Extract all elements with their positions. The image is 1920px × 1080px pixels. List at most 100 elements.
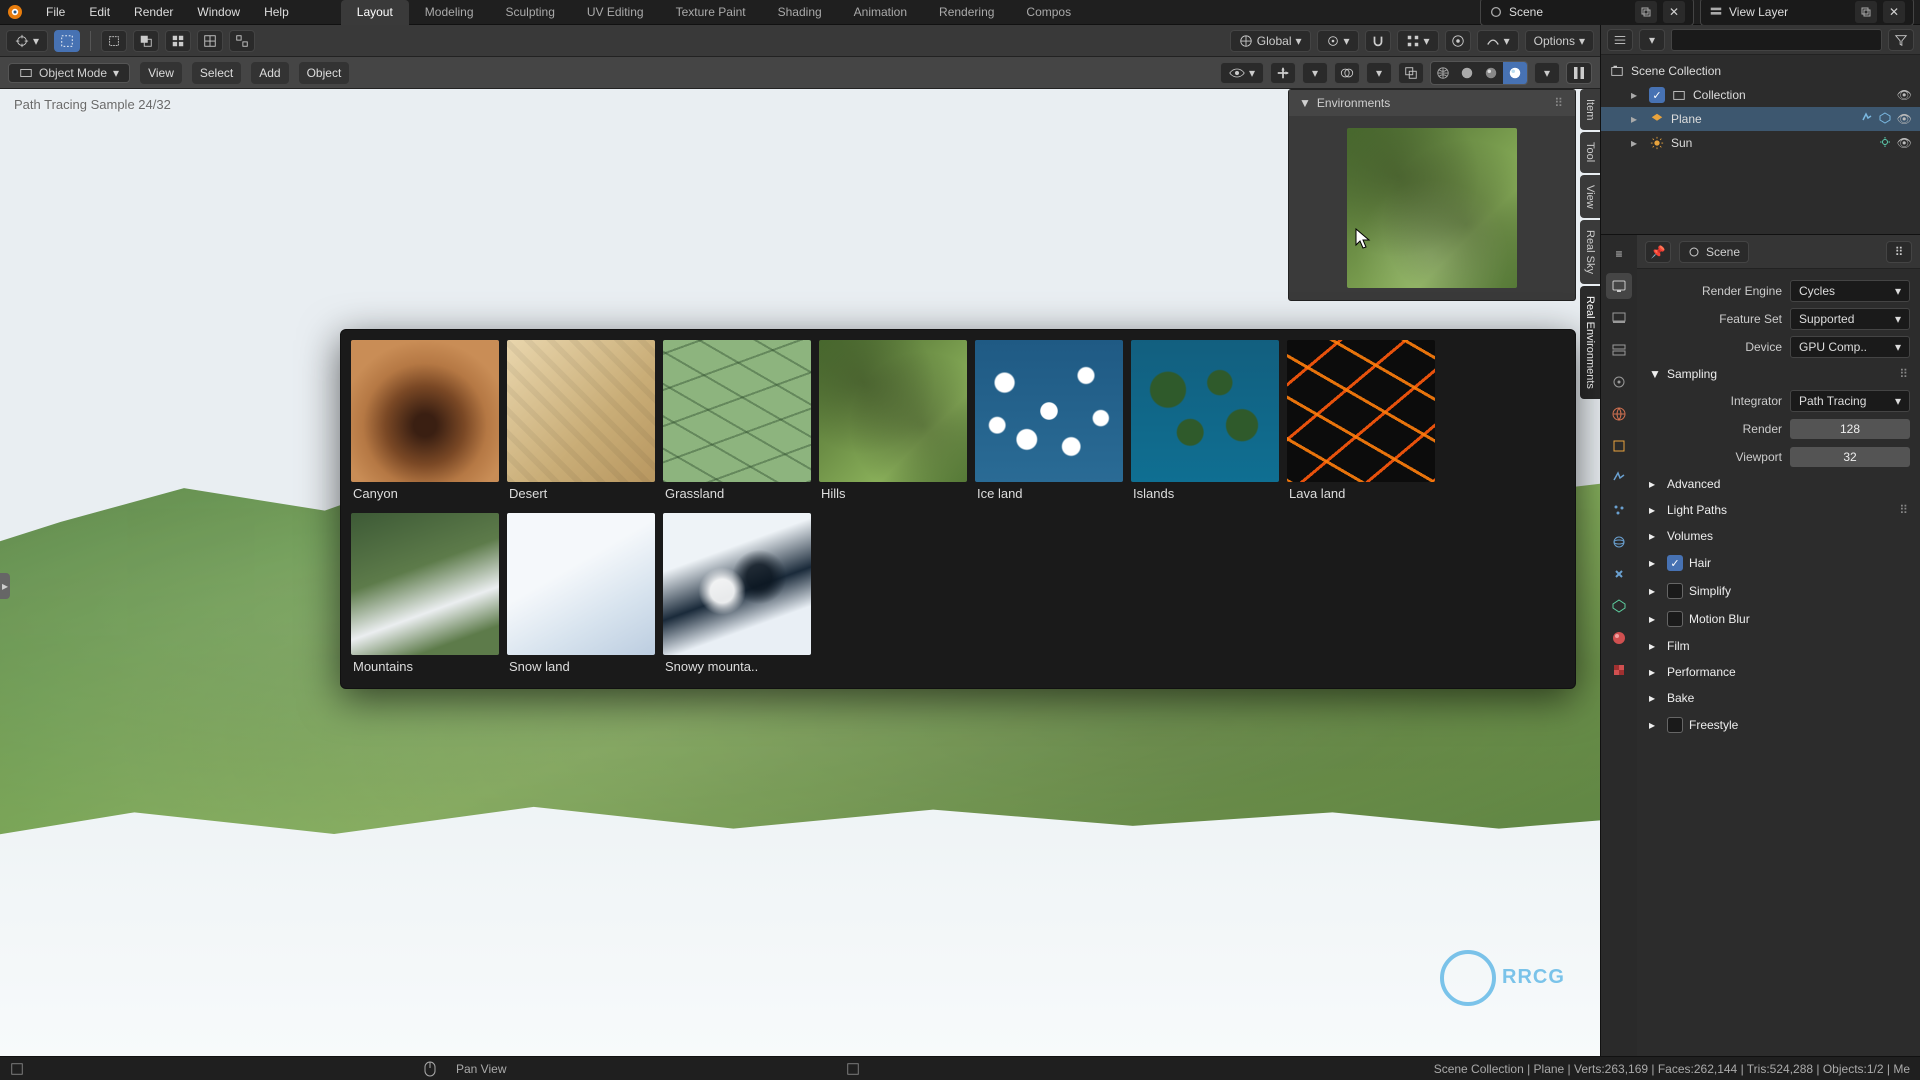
panel-performance[interactable]: ▸Performance xyxy=(1647,659,1910,685)
panel-lightpaths[interactable]: ▸Light Paths⠿ xyxy=(1647,497,1910,523)
render-engine-select[interactable]: Cycles▾ xyxy=(1790,280,1910,302)
workspace-tab-layout[interactable]: Layout xyxy=(341,0,409,25)
drag-handle-icon[interactable]: ⠿ xyxy=(1554,96,1565,110)
prop-tab-physics[interactable] xyxy=(1606,529,1632,555)
panel-volumes[interactable]: ▸Volumes xyxy=(1647,523,1910,549)
tree-row-sun[interactable]: ▸ Sun 👁 xyxy=(1601,131,1920,155)
visibility-dropdown[interactable]: ▾ xyxy=(1220,62,1264,84)
workspace-tab-texturepaint[interactable]: Texture Paint xyxy=(660,0,762,25)
outliner-search[interactable] xyxy=(1671,29,1882,51)
disclosure-icon[interactable]: ▸ xyxy=(1631,136,1643,150)
xray-toggle[interactable] xyxy=(1398,62,1424,84)
panel-bake[interactable]: ▸Bake xyxy=(1647,685,1910,711)
prop-tab-output[interactable] xyxy=(1606,305,1632,331)
n-tab-item[interactable]: Item xyxy=(1580,89,1600,130)
shading-rendered[interactable] xyxy=(1503,62,1527,84)
proportional-type[interactable]: ▾ xyxy=(1477,30,1519,52)
panel-advanced[interactable]: ▸Advanced xyxy=(1647,471,1910,497)
header-menu-add[interactable]: Add xyxy=(251,62,288,84)
prop-tab-render[interactable] xyxy=(1606,273,1632,299)
tree-row-scene-collection[interactable]: Scene Collection xyxy=(1601,59,1920,83)
workspace-tab-animation[interactable]: Animation xyxy=(838,0,923,25)
disclosure-icon[interactable]: ▸ xyxy=(1631,112,1643,126)
3d-viewport[interactable]: Path Tracing Sample 24/32 ▸ Item Tool Vi… xyxy=(0,89,1600,1056)
workspace-tab-modeling[interactable]: Modeling xyxy=(409,0,490,25)
snap-toggle[interactable] xyxy=(1365,30,1391,52)
n-tab-view[interactable]: View xyxy=(1580,175,1600,219)
env-item-canyon[interactable]: Canyon xyxy=(351,340,499,505)
panel-film[interactable]: ▸Film xyxy=(1647,633,1910,659)
panel-preset-icon[interactable]: ⠿ xyxy=(1899,503,1908,517)
viewport-samples-field[interactable]: 32 xyxy=(1790,447,1910,467)
n-tab-tool[interactable]: Tool xyxy=(1580,132,1600,172)
n-tab-realenvironments[interactable]: Real Environments xyxy=(1580,286,1600,399)
proportional-edit[interactable] xyxy=(1445,30,1471,52)
gizmo-dropdown[interactable]: ▾ xyxy=(1302,62,1328,84)
view-layer-input[interactable] xyxy=(1729,5,1849,19)
workspace-tab-sculpting[interactable]: Sculpting xyxy=(490,0,571,25)
pin-icon[interactable]: 📌 xyxy=(1645,241,1671,263)
toolbar-expand-handle[interactable]: ▸ xyxy=(0,573,10,599)
transform-orientation[interactable]: Global▾ xyxy=(1230,30,1311,52)
env-item-lava[interactable]: Lava land xyxy=(1287,340,1435,505)
properties-context[interactable]: Scene xyxy=(1679,241,1749,263)
status-corner-icon-2[interactable] xyxy=(846,1062,860,1076)
env-item-grassland[interactable]: Grassland xyxy=(663,340,811,505)
prop-tab-viewlayer[interactable] xyxy=(1606,337,1632,363)
device-select[interactable]: GPU Comp..▾ xyxy=(1790,336,1910,358)
workspace-tab-uvediting[interactable]: UV Editing xyxy=(571,0,660,25)
motionblur-checkbox[interactable] xyxy=(1667,611,1683,627)
eye-icon[interactable]: 👁 xyxy=(1897,136,1912,150)
checkbox[interactable] xyxy=(1649,87,1665,103)
cursor-tool-dropdown[interactable]: ▾ xyxy=(6,30,48,52)
overlay-dropdown[interactable]: ▾ xyxy=(1366,62,1392,84)
prop-tab-particle[interactable] xyxy=(1606,497,1632,523)
environment-preview-thumb[interactable] xyxy=(1347,128,1517,288)
select-mode-1[interactable] xyxy=(101,30,127,52)
env-item-iceland[interactable]: Ice land xyxy=(975,340,1123,505)
panel-simplify[interactable]: ▸Simplify xyxy=(1647,577,1910,605)
status-corner-icon[interactable] xyxy=(10,1062,24,1076)
outliner-filter[interactable]: ▾ xyxy=(1639,29,1665,51)
light-data-icon[interactable] xyxy=(1879,136,1891,150)
scene-selector[interactable]: ✕ xyxy=(1480,0,1694,26)
workspace-tab-shading[interactable]: Shading xyxy=(762,0,838,25)
scene-name-input[interactable] xyxy=(1509,5,1629,19)
viewlayer-copy-icon[interactable] xyxy=(1855,1,1877,23)
environments-preview[interactable] xyxy=(1289,116,1575,300)
feature-set-select[interactable]: Supported▾ xyxy=(1790,308,1910,330)
select-mode-5[interactable] xyxy=(229,30,255,52)
menu-render[interactable]: Render xyxy=(122,0,185,25)
viewlayer-close-icon[interactable]: ✕ xyxy=(1883,1,1905,23)
header-menu-view[interactable]: View xyxy=(140,62,182,84)
env-item-snowland[interactable]: Snow land xyxy=(507,513,655,678)
prop-tab-data[interactable] xyxy=(1606,593,1632,619)
prop-tab-world[interactable] xyxy=(1606,401,1632,427)
gizmo-toggle[interactable] xyxy=(1270,62,1296,84)
scene-close-icon[interactable]: ✕ xyxy=(1663,1,1685,23)
modifier-icon[interactable] xyxy=(1861,112,1873,126)
view-layer-selector[interactable]: ✕ xyxy=(1700,0,1914,26)
prop-tab-material[interactable] xyxy=(1606,625,1632,651)
select-box-tool[interactable] xyxy=(54,30,80,52)
workspace-tab-compositing[interactable]: Compos xyxy=(1010,0,1087,25)
outliner-filter-icon[interactable] xyxy=(1888,29,1914,51)
env-item-snowymtn[interactable]: Snowy mounta.. xyxy=(663,513,811,678)
select-mode-3[interactable] xyxy=(165,30,191,52)
prop-tab-modifier[interactable] xyxy=(1606,465,1632,491)
panel-hair[interactable]: ▸Hair xyxy=(1647,549,1910,577)
prop-tab-texture[interactable] xyxy=(1606,657,1632,683)
panel-motionblur[interactable]: ▸Motion Blur xyxy=(1647,605,1910,633)
panel-freestyle[interactable]: ▸Freestyle xyxy=(1647,711,1910,739)
shading-material[interactable] xyxy=(1479,62,1503,84)
env-item-islands[interactable]: Islands xyxy=(1131,340,1279,505)
env-item-desert[interactable]: Desert xyxy=(507,340,655,505)
hair-checkbox[interactable] xyxy=(1667,555,1683,571)
header-menu-object[interactable]: Object xyxy=(299,62,350,84)
panel-sampling[interactable]: ▼Sampling⠿ xyxy=(1647,361,1910,387)
prop-tab-object[interactable] xyxy=(1606,433,1632,459)
mode-select[interactable]: Object Mode ▾ xyxy=(8,63,130,83)
prop-tab-constraint[interactable] xyxy=(1606,561,1632,587)
tree-row-collection[interactable]: ▸ Collection 👁 xyxy=(1601,83,1920,107)
select-mode-2[interactable] xyxy=(133,30,159,52)
